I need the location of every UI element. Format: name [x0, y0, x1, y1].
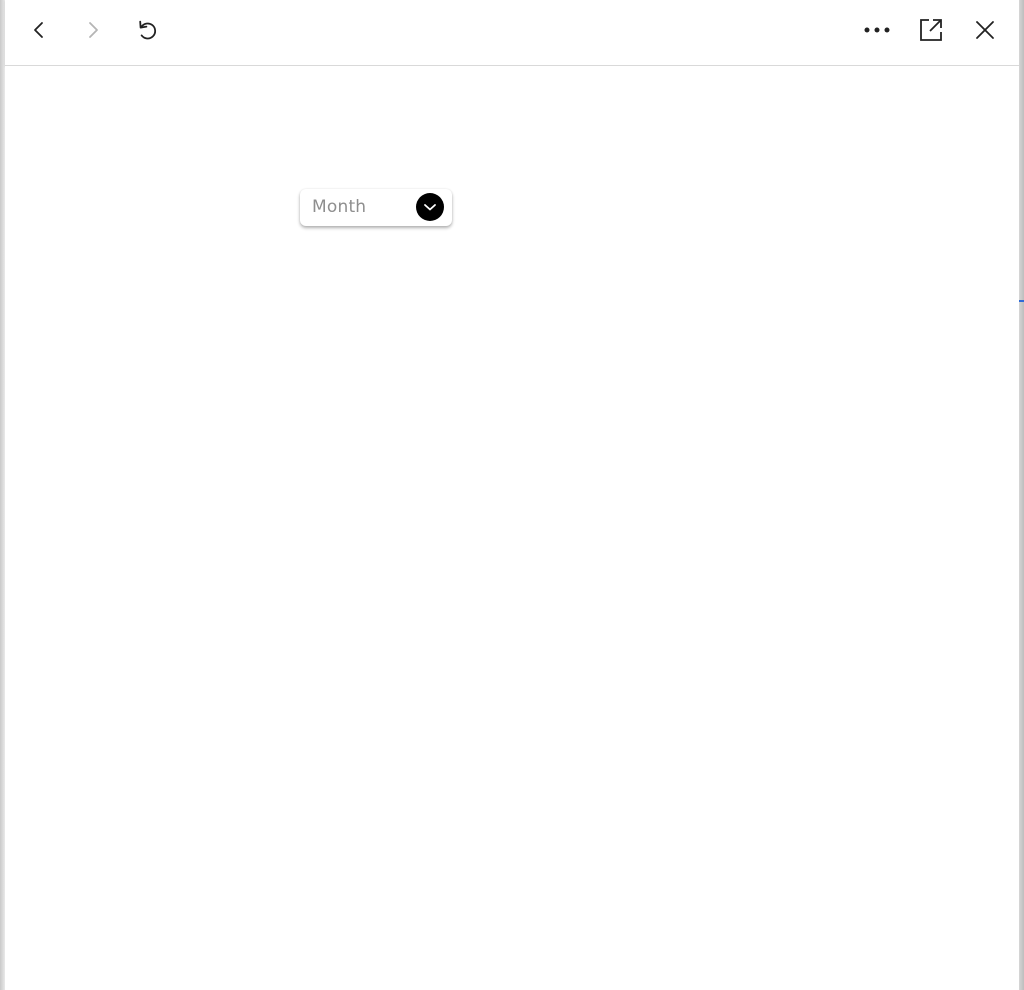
refresh-icon — [139, 20, 157, 40]
chevron-down-icon — [416, 193, 444, 221]
window-edge-accent — [1019, 300, 1024, 302]
refresh-button[interactable] — [129, 12, 165, 48]
more-button[interactable] — [859, 12, 895, 48]
close-icon — [976, 21, 994, 39]
window-right-edge — [1019, 0, 1024, 990]
open-external-icon — [920, 19, 942, 41]
chevron-right-icon — [89, 22, 98, 38]
month-dropdown[interactable]: Month — [300, 189, 452, 226]
month-dropdown-label: Month — [312, 197, 367, 217]
more-icon — [864, 27, 890, 33]
toolbar — [5, 0, 1019, 66]
forward-button[interactable] — [75, 12, 111, 48]
open-external-button[interactable] — [913, 12, 949, 48]
close-button[interactable] — [967, 12, 1003, 48]
app-window: Month — [0, 0, 1024, 990]
chevron-left-icon — [34, 22, 43, 38]
back-button[interactable] — [21, 12, 57, 48]
page-content: Month — [5, 66, 1019, 990]
